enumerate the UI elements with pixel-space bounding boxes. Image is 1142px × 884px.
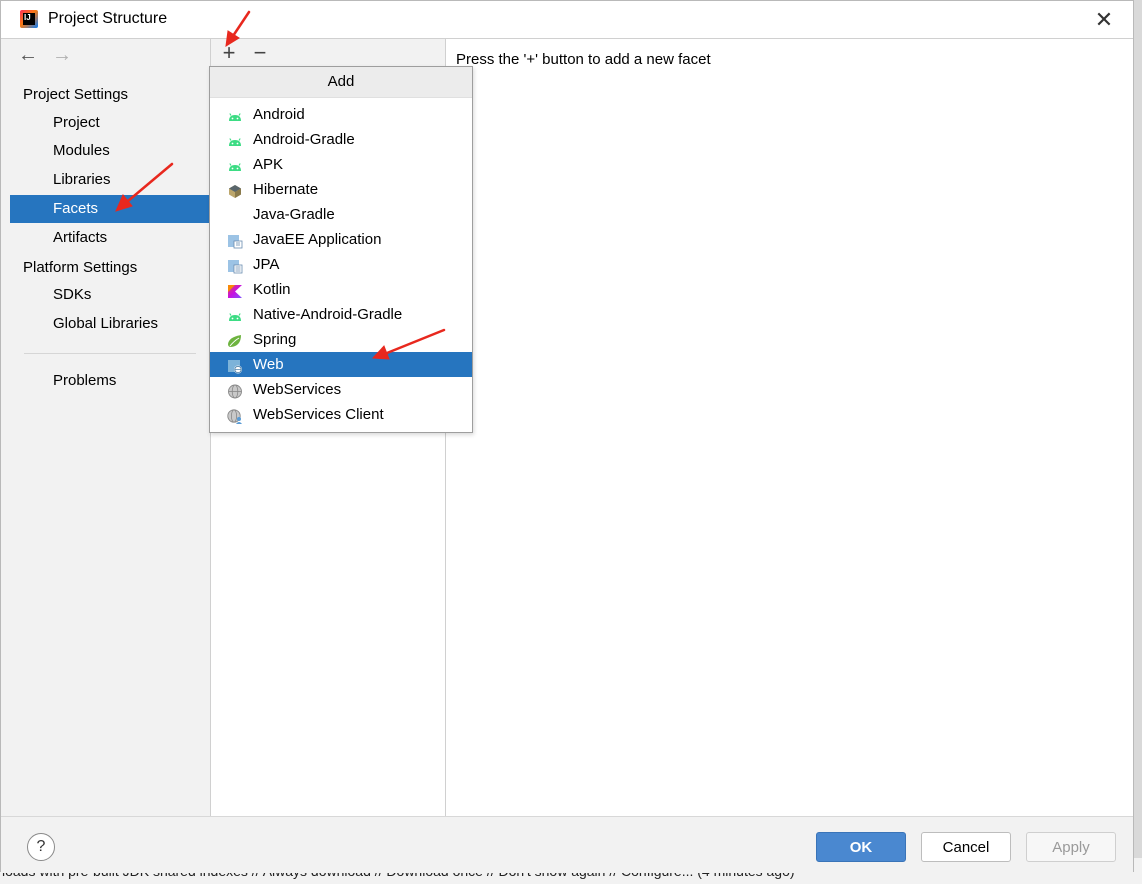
facets-toolbar: + − xyxy=(211,39,445,67)
jpa-icon xyxy=(227,257,243,274)
sidebar-item-sdks[interactable]: SDKs xyxy=(10,281,210,309)
platform-settings-header: Platform Settings xyxy=(23,259,138,276)
add-facet-popup: Add Android Android-Gradle APK Hibernate Jav… xyxy=(209,66,473,433)
facet-type-label: Kotlin xyxy=(253,281,291,298)
question-mark-icon: ? xyxy=(36,838,46,855)
facet-type-label: Native-Android-Gradle xyxy=(253,306,403,323)
close-button[interactable]: ✕ xyxy=(1089,5,1119,35)
android-icon xyxy=(227,132,243,147)
facet-type-label: APK xyxy=(253,156,284,173)
project-structure-dialog: IJ Project Structure ✕ ← → Project Setti… xyxy=(0,0,1134,873)
web-icon xyxy=(227,357,243,374)
webservices-client-icon xyxy=(227,407,243,424)
android-icon xyxy=(227,157,243,172)
minus-icon: − xyxy=(253,40,267,65)
sidebar-item-artifacts[interactable]: Artifacts xyxy=(10,224,210,252)
facet-type-hibernate[interactable]: Hibernate xyxy=(210,177,472,202)
help-button[interactable]: ? xyxy=(27,833,55,861)
facet-type-label: JPA xyxy=(253,256,280,273)
sidebar-item-modules[interactable]: Modules xyxy=(10,137,210,165)
facet-type-label: Android-Gradle xyxy=(253,131,355,148)
kotlin-icon xyxy=(227,282,243,298)
hibernate-icon xyxy=(227,182,243,198)
facet-type-webservices-client[interactable]: WebServices Client xyxy=(210,402,472,427)
facet-type-label: Web xyxy=(253,356,284,373)
facet-type-label: Spring xyxy=(253,331,297,348)
popup-header: Add xyxy=(210,67,472,98)
ok-button[interactable]: OK xyxy=(816,832,906,862)
android-icon xyxy=(227,307,243,322)
project-settings-header: Project Settings xyxy=(23,86,129,103)
facet-type-jpa[interactable]: JPA xyxy=(210,252,472,277)
facet-type-webservices[interactable]: WebServices xyxy=(210,377,472,402)
facet-type-label: Hibernate xyxy=(253,181,319,198)
facet-type-spring[interactable]: Spring xyxy=(210,327,472,352)
title-bar: IJ Project Structure ✕ xyxy=(1,1,1133,39)
sidebar: ← → Project Settings Project Modules Lib… xyxy=(10,39,210,816)
facet-type-label: WebServices Client xyxy=(253,406,384,423)
apply-button[interactable]: Apply xyxy=(1026,832,1116,862)
remove-facet-button[interactable]: − xyxy=(248,40,272,66)
intellij-idea-icon: IJ xyxy=(20,10,38,28)
sidebar-item-global-libraries[interactable]: Global Libraries xyxy=(10,310,210,338)
facet-type-label: Java-Gradle xyxy=(253,206,335,223)
facet-details-panel: Press the '+' button to add a new facet xyxy=(446,39,1133,816)
javaee-icon xyxy=(227,232,243,249)
add-facet-hint: Press the '+' button to add a new facet xyxy=(456,51,711,68)
cancel-button[interactable]: Cancel xyxy=(921,832,1011,862)
add-facet-button[interactable]: + xyxy=(217,40,241,66)
sidebar-item-libraries[interactable]: Libraries xyxy=(10,166,210,194)
spring-icon xyxy=(227,332,243,347)
android-icon xyxy=(227,107,243,122)
forward-arrow-icon[interactable]: → xyxy=(52,43,72,67)
facet-type-web[interactable]: Web xyxy=(210,352,472,377)
sidebar-item-facets[interactable]: Facets xyxy=(10,195,210,223)
plus-icon: + xyxy=(222,40,236,65)
sidebar-divider xyxy=(24,353,196,354)
facet-type-label: WebServices xyxy=(253,381,342,398)
facet-type-apk[interactable]: APK xyxy=(210,152,472,177)
dialog-footer: ? OK Cancel Apply xyxy=(1,816,1133,873)
facet-type-label: Android xyxy=(253,106,305,123)
close-icon: ✕ xyxy=(1094,7,1114,32)
back-arrow-icon[interactable]: ← xyxy=(18,43,38,67)
sidebar-item-problems[interactable]: Problems xyxy=(10,367,210,395)
webservices-icon xyxy=(227,382,243,399)
window-title: Project Structure xyxy=(48,10,168,27)
facet-type-javaee-application[interactable]: JavaEE Application xyxy=(210,227,472,252)
facet-type-native-android-gradle[interactable]: Native-Android-Gradle xyxy=(210,302,472,327)
facet-type-android[interactable]: Android xyxy=(210,102,472,127)
sidebar-item-project[interactable]: Project xyxy=(10,109,210,137)
facet-type-list: Android Android-Gradle APK Hibernate Java-Gr… xyxy=(210,102,472,427)
facet-type-android-gradle[interactable]: Android-Gradle xyxy=(210,127,472,152)
facet-type-kotlin[interactable]: Kotlin xyxy=(210,277,472,302)
facet-type-java-gradle[interactable]: Java-Gradle xyxy=(210,202,472,227)
facet-type-label: JavaEE Application xyxy=(253,231,382,248)
